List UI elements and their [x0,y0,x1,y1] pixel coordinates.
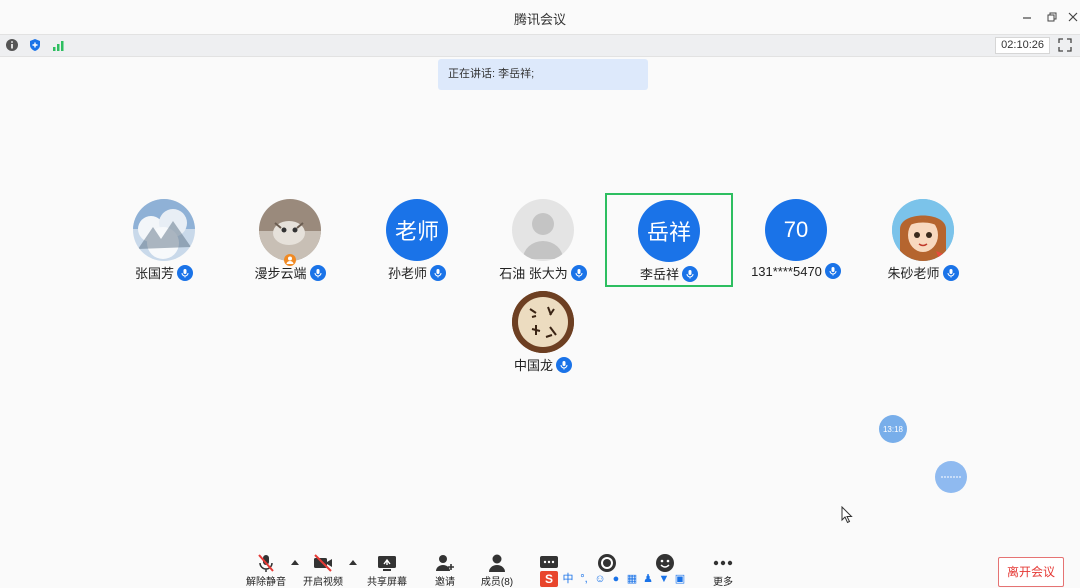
participant-name: 朱砂老师 [887,266,940,281]
video-off-icon [314,554,332,572]
floating-time-text: 13:18 [882,424,904,434]
microphone-icon [942,264,959,281]
floating-time-bubble[interactable]: 13:18 [879,415,907,443]
avatar [512,291,574,353]
speaking-text: 正在讲话: 李岳祥; [448,68,535,80]
invite-label: 邀请 [435,577,455,588]
more-button[interactable]: 更多 [693,553,753,588]
share-screen-icon [378,556,396,571]
participant-name: 漫步云端 [254,266,307,281]
participant-name: 中国龙 [513,358,553,373]
microphone-icon [177,264,193,281]
default-person-icon [523,213,563,259]
start-video-label: 开启视频 [303,577,343,588]
unmute-button[interactable]: 解除静音 [236,553,296,588]
microphone-icon [824,263,841,279]
members-icon [489,554,505,572]
emoji-icon[interactable]: ☺ [594,573,606,585]
avatar [133,199,195,261]
microphone-icon [309,264,326,281]
more-label: 更多 [713,577,733,588]
avatar [259,199,321,261]
avatar [512,199,574,261]
participant-tile-active-speaker[interactable]: 岳祥 李岳祥 [605,193,733,287]
close-icon[interactable] [1064,8,1080,26]
info-icon[interactable] [5,38,19,52]
share-screen-button[interactable]: 共享屏幕 [357,553,417,588]
microphone-icon [682,265,698,282]
participant-tile[interactable]: 石油 张大为 [481,194,605,284]
more-dots-icon [713,560,733,566]
avatar-text: 70 [783,217,809,242]
microphone-icon [556,356,572,373]
add-person-icon [436,555,454,571]
ime-toolbar: S 中 °, ☺ ● ▦ ♟ ▼ ▣ [540,571,686,587]
voice-icon[interactable]: ● [610,573,622,585]
members-label: 成员(8) [480,577,514,588]
participant-tile[interactable]: 朱砂老师 [861,194,985,284]
toolbox-icon[interactable]: ▣ [674,573,686,585]
ime-lang[interactable]: 中 [562,573,574,585]
participant-tile[interactable]: 中国龙 [481,286,605,376]
signal-icon[interactable] [52,38,66,52]
user-icon[interactable]: ♟ [642,573,654,585]
title-bar: 腾讯会议 [0,0,1080,34]
participant-name: 张国芳 [134,266,174,281]
invite-button[interactable]: 邀请 [415,553,475,588]
status-bar: 02:10:26 [0,34,1080,57]
leave-meeting-button[interactable]: 离开会议 [998,557,1064,587]
start-video-button[interactable]: 开启视频 [293,553,353,588]
dash-icon [941,476,961,478]
sogou-logo-icon[interactable]: S [540,571,558,587]
microphone-icon [570,264,587,281]
fullscreen-icon[interactable] [1058,38,1072,52]
participant-name: 131****5470 [751,263,822,279]
muted-microphone-icon [258,554,274,572]
speaking-banner: 正在讲话: 李岳祥; [438,59,648,90]
punctuation-icon[interactable]: °, [578,573,590,585]
participant-name: 李岳祥 [639,267,679,282]
participant-tile[interactable]: 漫步云端 [228,194,352,284]
window-title: 腾讯会议 [513,12,566,27]
floating-bubble[interactable] [935,461,967,493]
share-screen-label: 共享屏幕 [367,577,407,588]
avatar-text: 老师 [394,219,439,244]
avatar-text: 岳祥 [646,220,691,245]
avatar: 70 [765,199,827,261]
restore-icon[interactable] [1043,8,1061,26]
members-button[interactable]: 成员(8) [467,553,527,588]
mouse-cursor-icon [841,506,853,524]
avatar [892,199,954,261]
emoji-icon [656,554,674,572]
participant-tile[interactable]: 老师 孙老师 [355,194,479,284]
avatar: 老师 [386,199,448,261]
keyboard-icon[interactable]: ▦ [626,573,638,585]
participant-tile[interactable]: 70 131****5470 [734,194,858,284]
meeting-timer: 02:10:26 [995,37,1050,54]
shield-icon[interactable] [28,38,42,52]
video-options-caret-icon[interactable] [349,560,357,565]
participant-name: 石油 张大为 [499,266,568,281]
minimize-icon[interactable] [1018,8,1036,26]
participant-name: 孙老师 [387,266,427,281]
participant-tile[interactable]: 张国芳 [102,194,226,284]
record-icon [598,554,616,572]
avatar: 岳祥 [638,200,700,262]
chat-icon [540,556,558,568]
microphone-icon [430,264,446,281]
skin-icon[interactable]: ▼ [658,573,670,585]
unmute-label: 解除静音 [246,577,286,588]
